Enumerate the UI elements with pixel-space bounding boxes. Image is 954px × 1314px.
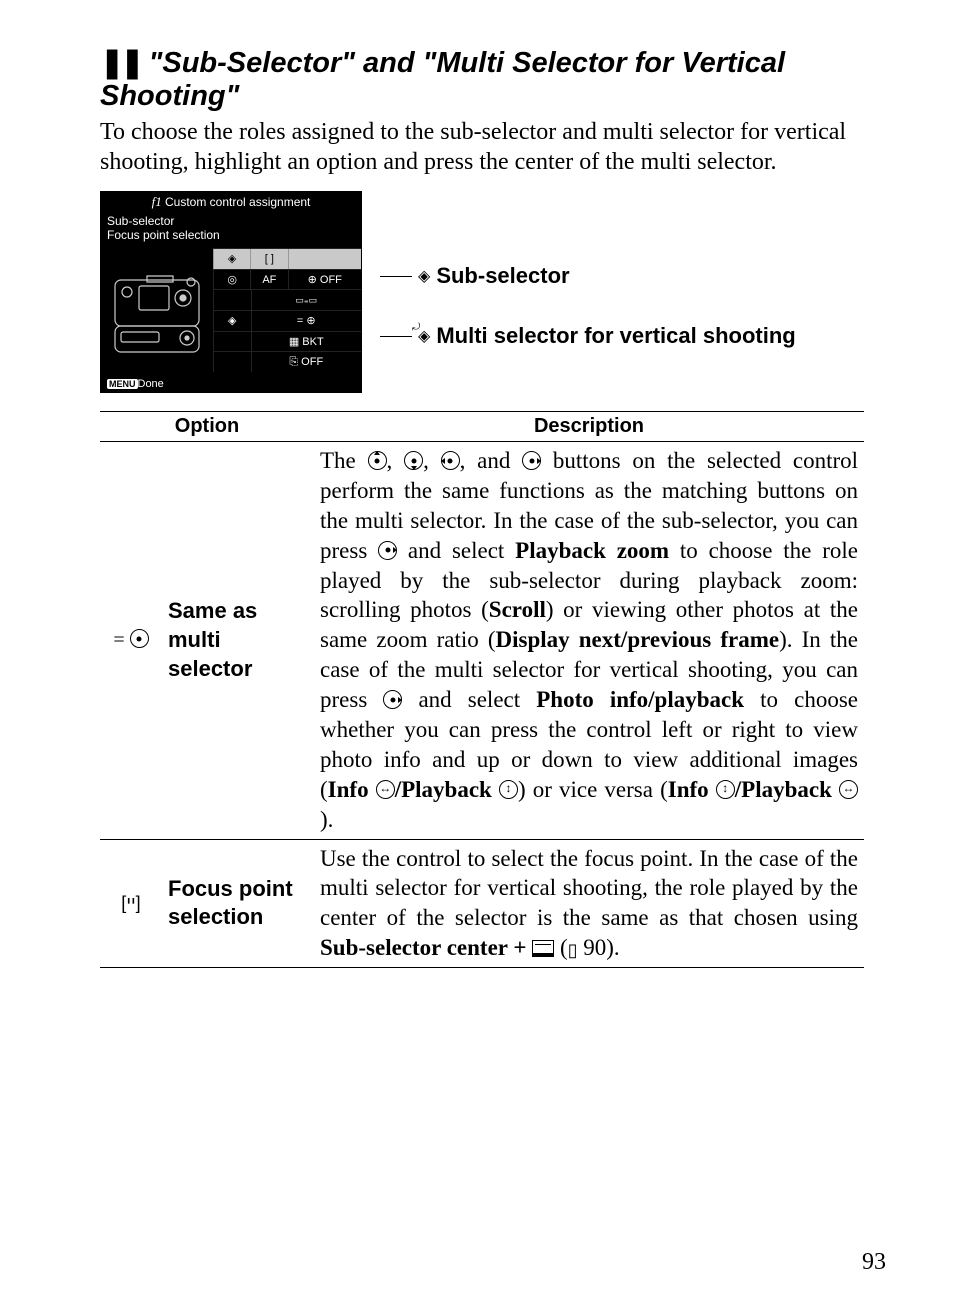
page-number: 93 (862, 1249, 886, 1276)
th-description: Description (314, 412, 864, 442)
opt-row-5: ▦ BKT (213, 331, 361, 352)
t: Use the control to select the focus poin… (320, 846, 858, 931)
t: and select (397, 538, 515, 563)
right-icon (522, 451, 541, 470)
section-marker: ❚❚ (100, 47, 141, 79)
title-text: Custom control assignment (165, 195, 310, 209)
opt-row-3: ▭₌▭ (213, 289, 361, 310)
opt-row-6: ⎘ OFF (213, 351, 361, 372)
t: , (423, 448, 441, 473)
opt-row-2: ◎ AF ⊕ OFF (213, 269, 361, 290)
b: Photo info/playback (536, 687, 744, 712)
b: Sub-selector center + (320, 935, 532, 960)
right-icon (378, 541, 397, 560)
updown-icon (499, 780, 518, 799)
cell: ▦ BKT (251, 332, 362, 352)
focus-point-icon: [יי] (121, 893, 140, 913)
section-title-text: "Sub-Selector" and "Multi Selector for V… (100, 47, 785, 112)
callout-line (380, 276, 412, 277)
callout-sub-selector: ◈ Sub-selector (380, 263, 796, 289)
cell: AF (250, 270, 287, 290)
t: and select (402, 687, 536, 712)
b: Info (328, 777, 376, 802)
section-intro: To choose the roles assigned to the sub-… (100, 117, 864, 177)
option-name: Same as multi selector (162, 442, 314, 840)
manual-page: ❚❚"Sub-Selector" and "Multi Selector for… (0, 0, 954, 1314)
table-row: = Same as multi selector The , , , and b… (100, 442, 864, 840)
selector-vertical-icon: ◈⤾ (418, 326, 430, 346)
selector-diamond-icon: ◈ (418, 266, 430, 286)
cell: [ ] (250, 249, 287, 269)
title-num: 1 (155, 194, 162, 209)
option-name: Focus point selection (162, 839, 314, 968)
options-table: Option Description = Same as multi selec… (100, 411, 864, 968)
callout-label: Multi selector for vertical shooting (436, 323, 795, 349)
screenshot-row: f1 Custom control assignment Sub-selecto… (100, 191, 864, 393)
updown-icon (716, 780, 735, 799)
screenshot-options: ◈ [ ] ◎ AF ⊕ OFF ▭₌▭ ◈ (213, 248, 361, 372)
left-icon (441, 451, 460, 470)
leftright-icon (376, 780, 395, 799)
option-description: Use the control to select the focus poin… (314, 839, 864, 968)
callout-multi-selector: ◈⤾ Multi selector for vertical shooting (380, 323, 796, 349)
icon-prefix: = (113, 629, 129, 651)
b: /Playback (395, 777, 499, 802)
t: , and (460, 448, 523, 473)
t: ( (554, 935, 567, 960)
cell: ◈ (213, 249, 250, 269)
cell: ⎘ OFF (251, 352, 362, 372)
callout-line (380, 336, 412, 337)
cell: ◎ (213, 270, 250, 290)
cell: = ⊕ (251, 311, 362, 331)
table-row: [יי] Focus point selection Use the contr… (100, 839, 864, 968)
t: 90). (578, 935, 620, 960)
callout-label: Sub-selector (436, 263, 569, 289)
leftright-icon (839, 780, 858, 799)
option-icon: = (100, 442, 162, 840)
screenshot-done: MENUDone (107, 378, 164, 390)
multi-selector-icon (130, 629, 149, 648)
cell: ⊕ OFF (288, 270, 362, 290)
book-icon: ▯ (568, 940, 578, 960)
b: Display next/previous frame (496, 627, 780, 652)
t: ). (320, 807, 333, 832)
t: , (387, 448, 405, 473)
menu-pill: MENU (107, 379, 138, 389)
right-icon (383, 690, 402, 709)
up-icon (368, 451, 387, 470)
cell: ◈ (213, 311, 251, 331)
t: The (320, 448, 368, 473)
b: /Playback (735, 777, 839, 802)
screenshot-line1: Sub-selector (101, 210, 361, 228)
menu-screenshot: f1 Custom control assignment Sub-selecto… (100, 191, 362, 393)
cell: ▭₌▭ (251, 290, 362, 310)
screenshot-title: f1 Custom control assignment (101, 192, 361, 210)
th-option: Option (100, 412, 314, 442)
b: Playback zoom (515, 538, 669, 563)
screenshot-line2: Focus point selection (101, 228, 361, 248)
shutter-icon (532, 940, 554, 957)
down-icon (404, 451, 423, 470)
section-heading: ❚❚"Sub-Selector" and "Multi Selector for… (100, 45, 864, 113)
opt-row-1: ◈ [ ] (213, 248, 361, 269)
callouts: ◈ Sub-selector ◈⤾ Multi selector for ver… (380, 191, 796, 383)
option-description: The , , , and buttons on the selected co… (314, 442, 864, 840)
b: Scroll (489, 597, 546, 622)
t: ) or vice versa ( (518, 777, 668, 802)
opt-row-4: ◈ = ⊕ (213, 310, 361, 331)
camera-diagram (101, 248, 213, 372)
option-icon: [יי] (100, 839, 162, 968)
done-text: Done (138, 378, 164, 390)
b: Info (668, 777, 716, 802)
